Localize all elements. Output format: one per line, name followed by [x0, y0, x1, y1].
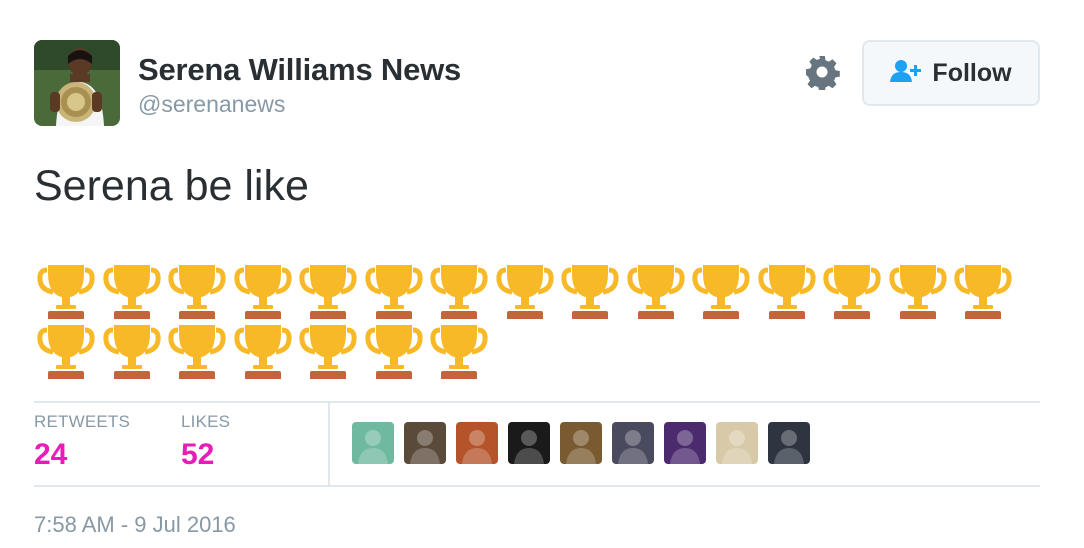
trophy-icon	[231, 322, 297, 382]
liker-avatar-6[interactable]	[612, 422, 654, 464]
tweet-text: Serena be like	[34, 162, 309, 210]
author-screen-name[interactable]: @serenanews	[138, 90, 461, 118]
stats-divider-bottom	[34, 485, 1040, 487]
trophy-icon	[165, 322, 231, 382]
liker-avatar-9[interactable]	[768, 422, 810, 464]
stats-divider-top	[34, 401, 1040, 403]
trophy-row	[34, 322, 1024, 382]
author-fullname[interactable]: Serena Williams News	[138, 52, 461, 88]
liker-avatar-2[interactable]	[404, 422, 446, 464]
trophy-icon	[427, 322, 493, 382]
trophy-icon	[362, 262, 428, 322]
trophy-icon	[886, 262, 952, 322]
trophy-icon	[624, 262, 690, 322]
liker-avatar-3[interactable]	[456, 422, 498, 464]
trophy-icon	[493, 262, 559, 322]
follow-label: Follow	[932, 58, 1012, 87]
trophy-icon	[34, 262, 100, 322]
liker-avatar-5[interactable]	[560, 422, 602, 464]
retweets-label: RETWEETS	[34, 412, 131, 431]
add-user-icon	[890, 59, 922, 88]
retweets-count: 24	[34, 438, 68, 471]
author-names: Serena Williams News @serenanews	[138, 52, 461, 118]
likes-count: 52	[181, 438, 215, 471]
tweet-header: Serena Williams News @serenanews Follow	[34, 40, 1040, 128]
trophy-icon	[820, 262, 886, 322]
trophy-icon	[362, 322, 428, 382]
trophy-icon	[34, 322, 100, 382]
likes-label: LIKES	[181, 412, 231, 431]
trophy-icon	[951, 262, 1017, 322]
trophy-row	[34, 262, 1024, 322]
liker-avatar-7[interactable]	[664, 422, 706, 464]
trophy-icon	[100, 262, 166, 322]
liker-avatar-8[interactable]	[716, 422, 758, 464]
trophy-icon	[755, 262, 821, 322]
likes-stat[interactable]: LIKES 52	[181, 412, 230, 475]
gear-icon[interactable]	[804, 54, 840, 92]
liker-avatar-4[interactable]	[508, 422, 550, 464]
trophy-icon	[165, 262, 231, 322]
trophy-icon	[689, 262, 755, 322]
liker-avatars	[352, 422, 810, 464]
trophy-icon	[231, 262, 297, 322]
stats-divider-vertical	[328, 401, 330, 485]
follow-button[interactable]: Follow	[862, 40, 1040, 106]
trophy-emoji-block	[34, 262, 1024, 382]
trophy-icon	[100, 322, 166, 382]
author-avatar[interactable]	[34, 40, 120, 126]
liker-avatar-1[interactable]	[352, 422, 394, 464]
trophy-icon	[427, 262, 493, 322]
trophy-icon	[296, 322, 362, 382]
tweet-timestamp[interactable]: 7:58 AM - 9 Jul 2016	[34, 512, 236, 538]
trophy-icon	[558, 262, 624, 322]
retweets-stat[interactable]: RETWEETS 24	[34, 412, 130, 475]
trophy-icon	[296, 262, 362, 322]
